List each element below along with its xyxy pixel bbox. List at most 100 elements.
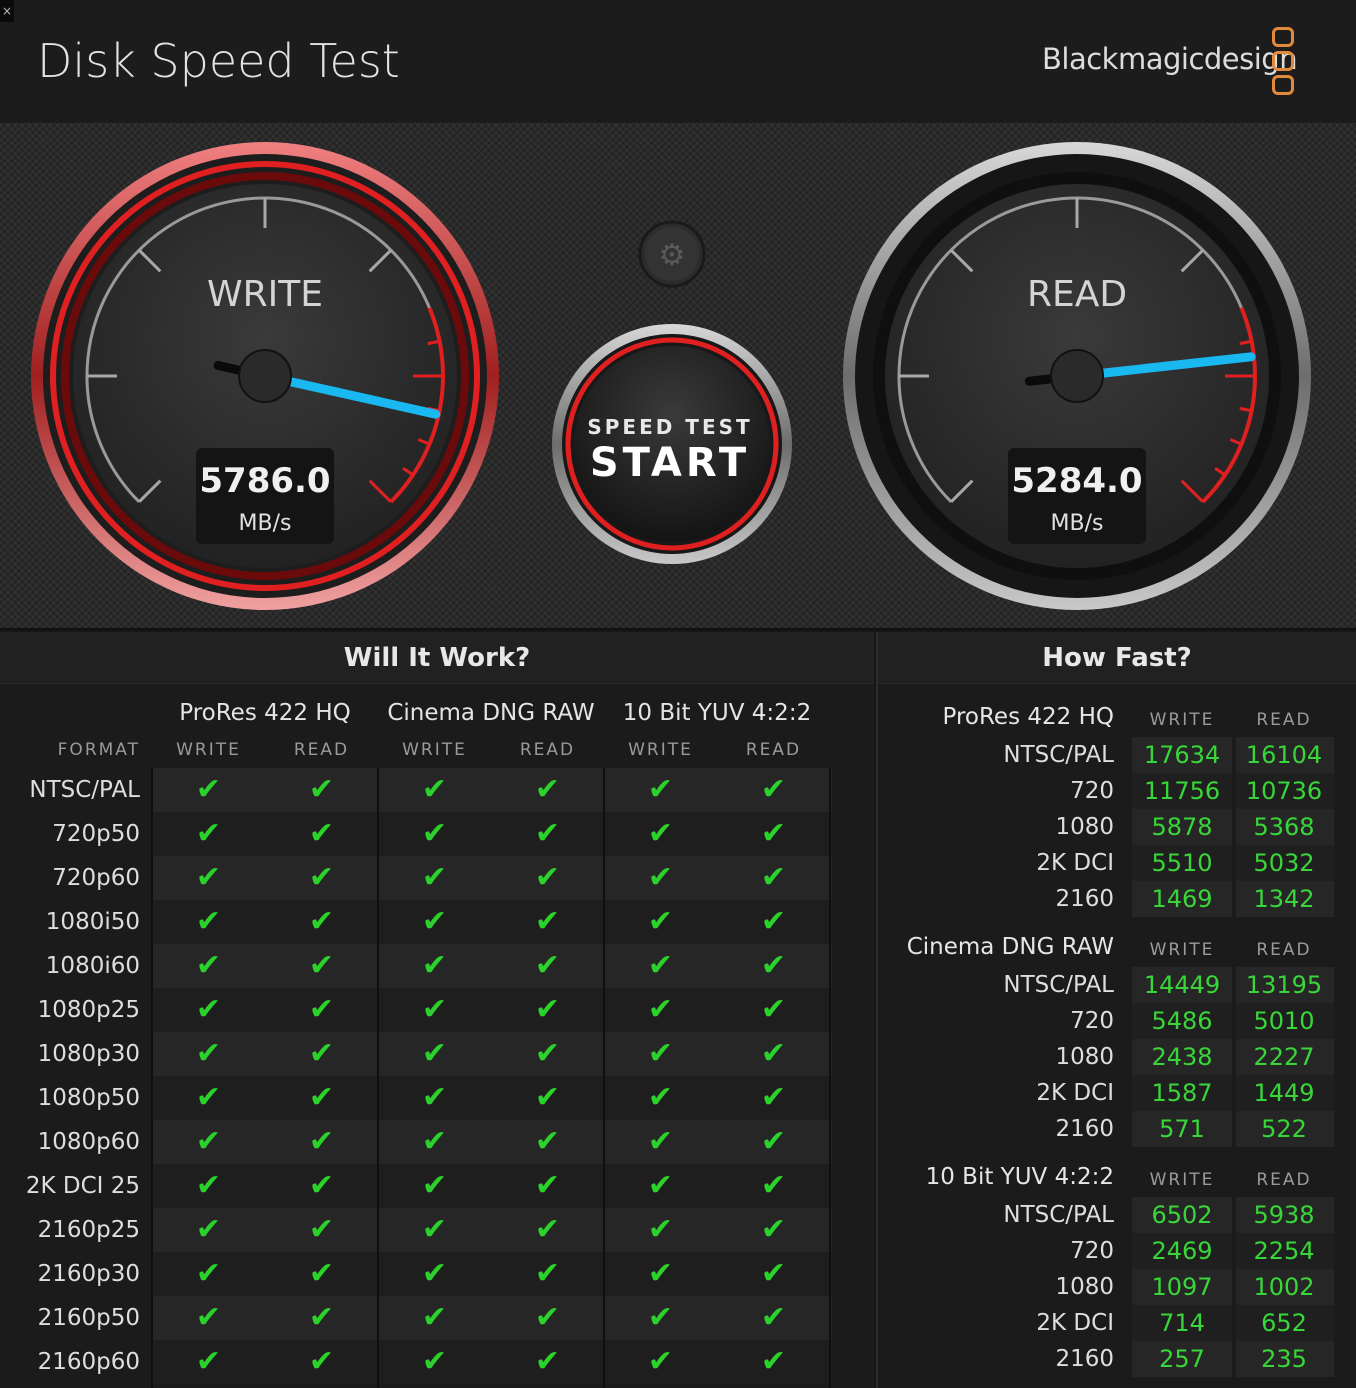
- how-fast-read-value: 13195: [1245, 971, 1323, 999]
- check-icon: ✔: [534, 948, 561, 983]
- how-fast-write-value: 11756: [1143, 777, 1221, 805]
- table-row: ✔ ✔ ✔ ✔ ✔ ✔: [152, 988, 832, 1032]
- check-icon: ✔: [534, 1036, 561, 1071]
- how-fast-format-label: 720: [1070, 1238, 1114, 1264]
- check-icon: ✔: [760, 1256, 787, 1291]
- check-icon: ✔: [195, 1080, 222, 1115]
- check-icon: ✔: [421, 904, 448, 939]
- table-row: ✔ ✔ ✔ ✔ ✔ ✔: [152, 1164, 832, 1208]
- check-icon: ✔: [195, 816, 222, 851]
- check-icon: ✔: [421, 772, 448, 807]
- format-label: 1080i60: [45, 953, 140, 979]
- check-icon: ✔: [195, 1212, 222, 1247]
- app-header: × Disk Speed Test Blackmagicdesign: [0, 0, 1356, 124]
- check-icon: ✔: [195, 1300, 222, 1335]
- check-icon: ✔: [308, 816, 335, 851]
- check-icon: ✔: [308, 772, 335, 807]
- write-value: 5786.0: [199, 461, 330, 501]
- check-icon: ✔: [421, 1036, 448, 1071]
- check-icon: ✔: [760, 1300, 787, 1335]
- check-icon: ✔: [308, 904, 335, 939]
- how-fast-write-value: 5878: [1151, 813, 1213, 841]
- format-label: 1080i50: [45, 909, 140, 935]
- format-label: NTSC/PAL: [29, 777, 140, 803]
- how-fast-format-label: NTSC/PAL: [1003, 1202, 1114, 1228]
- how-fast-panel: How Fast? ProRes 422 HQ WRITE READ NTSC/PAL…: [876, 632, 1356, 1388]
- table-row: ✔ ✔ ✔ ✔ ✔ ✔: [152, 856, 832, 900]
- table-row: ✔ ✔ ✔ ✔ ✔ ✔: [152, 1252, 832, 1296]
- check-icon: ✔: [647, 1256, 674, 1291]
- how-fast-write-value: 5510: [1151, 849, 1213, 877]
- check-icon: ✔: [195, 1344, 222, 1379]
- check-icon: ✔: [421, 1212, 448, 1247]
- close-icon[interactable]: ×: [0, 0, 14, 22]
- how-fast-read-value: 2227: [1253, 1043, 1315, 1071]
- check-icon: ✔: [534, 1124, 561, 1159]
- check-icon: ✔: [760, 904, 787, 939]
- brand-logo-icon: [1272, 27, 1294, 99]
- check-icon: ✔: [760, 1212, 787, 1247]
- start-button[interactable]: SPEED TEST START: [552, 324, 792, 564]
- format-label: 1080p30: [37, 1041, 140, 1067]
- check-icon: ✔: [308, 1036, 335, 1071]
- how-fast-write-value: 1587: [1151, 1079, 1213, 1107]
- check-icon: ✔: [534, 1080, 561, 1115]
- column-header: READ: [745, 740, 802, 760]
- check-icon: ✔: [421, 1256, 448, 1291]
- check-icon: ✔: [647, 816, 674, 851]
- check-icon: ✔: [195, 992, 222, 1027]
- check-icon: ✔: [421, 860, 448, 895]
- check-icon: ✔: [534, 992, 561, 1027]
- how-fast-read-value: 652: [1261, 1309, 1307, 1337]
- check-icon: ✔: [647, 772, 674, 807]
- how-fast-write-value: 5486: [1151, 1007, 1213, 1035]
- how-fast-codec-title: 10 Bit YUV 4:2:2: [925, 1164, 1114, 1190]
- read-unit: MB/s: [1051, 511, 1104, 536]
- check-icon: ✔: [308, 1344, 335, 1379]
- how-fast-column-header: READ: [1256, 1170, 1312, 1190]
- how-fast-write-value: 257: [1159, 1345, 1205, 1373]
- write-gauge: WRITE 5786.0 MB/s: [31, 142, 499, 610]
- how-fast-read-value: 2254: [1253, 1237, 1315, 1265]
- column-header: READ: [293, 740, 350, 760]
- format-label: 2160p60: [37, 1349, 140, 1375]
- check-icon: ✔: [308, 948, 335, 983]
- format-label: 1080p60: [37, 1129, 140, 1155]
- check-icon: ✔: [421, 992, 448, 1027]
- settings-button[interactable]: ⚙: [638, 220, 706, 288]
- check-icon: ✔: [647, 1168, 674, 1203]
- how-fast-format-label: 2K DCI: [1036, 1080, 1114, 1106]
- check-icon: ✔: [647, 1080, 674, 1115]
- codec-header-prores: ProRes 422 HQ: [179, 700, 351, 726]
- format-label: 2160p25: [37, 1217, 140, 1243]
- how-fast-read-value: 5010: [1253, 1007, 1315, 1035]
- format-label: 720p50: [52, 821, 140, 847]
- check-icon: ✔: [534, 860, 561, 895]
- check-icon: ✔: [308, 1300, 335, 1335]
- check-icon: ✔: [308, 992, 335, 1027]
- read-label: READ: [1027, 274, 1127, 315]
- how-fast-title: How Fast?: [878, 632, 1356, 684]
- check-icon: ✔: [308, 860, 335, 895]
- check-icon: ✔: [308, 1212, 335, 1247]
- how-fast-codec-title: Cinema DNG RAW: [906, 934, 1114, 960]
- how-fast-write-value: 6502: [1151, 1201, 1213, 1229]
- table-row: ✔ ✔ ✔ ✔ ✔ ✔: [152, 1076, 832, 1120]
- check-icon: ✔: [647, 1212, 674, 1247]
- check-icon: ✔: [647, 1036, 674, 1071]
- how-fast-write-value: 2469: [1151, 1237, 1213, 1265]
- format-label: 2160p30: [37, 1261, 140, 1287]
- format-label: 2160p50: [37, 1305, 140, 1331]
- how-fast-read-value: 16104: [1245, 741, 1323, 769]
- table-row: ✔ ✔ ✔ ✔ ✔ ✔: [152, 1208, 832, 1252]
- how-fast-write-value: 571: [1159, 1115, 1205, 1143]
- check-icon: ✔: [195, 860, 222, 895]
- how-fast-format-label: 720: [1070, 1008, 1114, 1034]
- how-fast-format-label: 2160: [1055, 1346, 1114, 1372]
- format-label: 2K DCI 25: [25, 1173, 140, 1199]
- check-icon: ✔: [760, 816, 787, 851]
- table-row: ✔ ✔ ✔ ✔ ✔ ✔: [152, 768, 832, 812]
- format-label: 1080p25: [37, 997, 140, 1023]
- check-icon: ✔: [647, 904, 674, 939]
- how-fast-format-label: 2160: [1055, 886, 1114, 912]
